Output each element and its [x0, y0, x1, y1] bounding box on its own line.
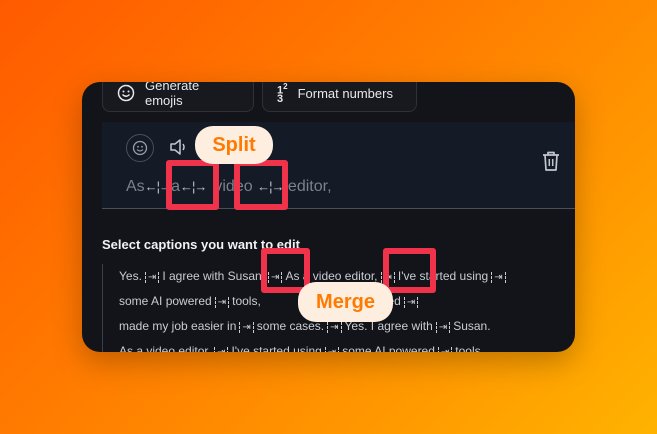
caption-segment[interactable]: Susan. — [453, 319, 490, 333]
caption-segment[interactable]: I agree with Susan. — [162, 269, 265, 283]
merge-icon[interactable]: ⇥ — [403, 297, 419, 308]
caption-text-field[interactable]: As←¦→a←¦→ video ←¦→ editor, — [126, 178, 332, 196]
smiley-icon — [117, 84, 135, 102]
caption-word: editor, — [287, 178, 332, 195]
merge-icon[interactable]: ⇥ — [437, 347, 453, 352]
caption-segment[interactable]: Yes. — [119, 269, 142, 283]
merge-icon[interactable]: ⇥ — [327, 322, 342, 333]
caption-segment[interactable]: tools, — [232, 294, 261, 308]
smiley-icon — [132, 140, 148, 156]
format-numbers-label: Format numbers — [297, 85, 393, 101]
caption-segment[interactable]: some AI powered — [342, 344, 435, 352]
merge-annotation-label: Merge — [298, 282, 393, 322]
caption-segment[interactable]: tools, — [455, 344, 484, 352]
generate-emojis-button[interactable]: Generate emojis — [102, 82, 254, 112]
format-numbers-button[interactable]: 12 3 Format numbers — [262, 82, 417, 112]
caption-line: As a video editor,⇥I've started using⇥so… — [119, 339, 562, 352]
caption-word: As — [126, 178, 145, 195]
merge-icon[interactable]: ⇥ — [214, 297, 230, 308]
merge-icon[interactable]: ⇥ — [214, 347, 229, 352]
generate-emojis-label: Generate emojis — [145, 82, 200, 108]
merge-icon[interactable]: ⇥ — [324, 347, 340, 352]
numbers-icon: 12 3 — [277, 82, 288, 106]
caption-segment[interactable]: made my job easier in — [119, 319, 236, 333]
merge-icon[interactable]: ⇥ — [435, 322, 451, 333]
merge-icon[interactable]: ⇥ — [239, 322, 254, 333]
background: { "toolbar": { "generate_emojis_label": … — [0, 0, 657, 434]
speaker-icon[interactable] — [168, 136, 190, 158]
split-highlight-box — [166, 160, 219, 210]
merge-icon[interactable]: ⇥ — [491, 272, 506, 283]
caption-segment[interactable]: As a video editor, — [119, 344, 211, 352]
merge-icon[interactable]: ⇥ — [144, 272, 160, 283]
caption-segment[interactable]: I've started using — [231, 344, 321, 352]
caption-segment[interactable]: some AI powered — [119, 294, 212, 308]
split-annotation-label: Split — [195, 126, 273, 164]
emoji-picker-button[interactable] — [126, 134, 154, 162]
trash-icon[interactable] — [541, 150, 561, 172]
merge-highlight-box — [383, 248, 436, 293]
split-highlight-box — [234, 160, 288, 210]
